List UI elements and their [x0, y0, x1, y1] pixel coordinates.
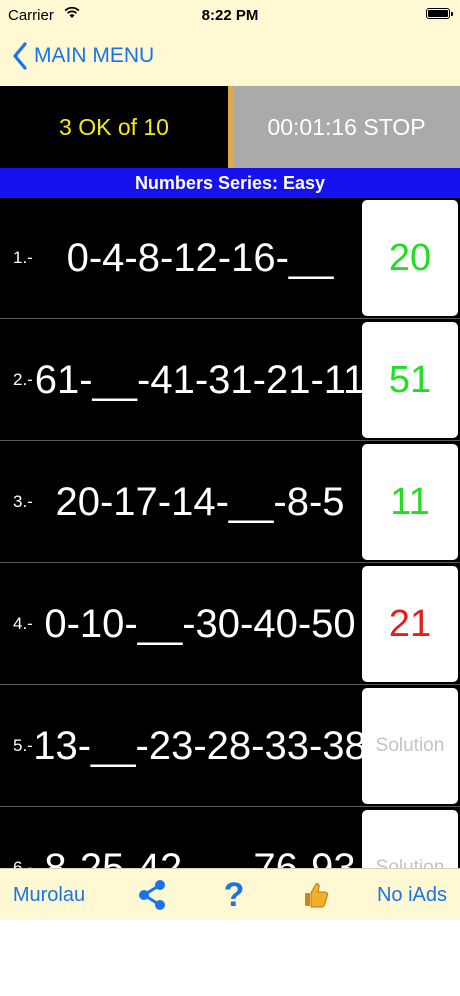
murolau-button[interactable]: Murolau [8, 869, 90, 921]
solution-button[interactable]: Solution [362, 688, 458, 804]
row-series: 20-17-14-__-8-5 [55, 480, 345, 524]
row-index: 3.- [13, 492, 33, 511]
row-index: 2.- [13, 370, 33, 389]
share-button[interactable] [134, 869, 170, 921]
no-ads-button[interactable]: No iAds [370, 869, 454, 921]
series-row: 6.- 8-25-42-__-76-93 Solution [0, 808, 460, 868]
answer-box[interactable]: 20 [362, 200, 458, 316]
share-icon [139, 880, 165, 910]
row-series: 13-__-23-28-33-38 [33, 724, 367, 768]
series-row: 5.- 13-__-23-28-33-38 Solution [0, 686, 460, 807]
row-index: 4.- [13, 614, 33, 633]
score-label: 3 OK of 10 [59, 113, 169, 140]
score-bar: 3 OK of 10 00:01:16 STOP [0, 86, 460, 168]
series-row: 3.- 20-17-14-__-8-5 11 [0, 442, 460, 563]
answer-box[interactable]: 51 [362, 322, 458, 438]
series-row: 1.- 0-4-8-12-16-__ 20 [0, 198, 460, 319]
status-bar: Carrier 8:22 PM [0, 0, 460, 30]
answer-box[interactable]: 11 [362, 444, 458, 560]
screen: Carrier 8:22 PM MAIN MENU 3 OK of 10 00:… [0, 0, 460, 996]
row-series: 0-4-8-12-16-__ [66, 236, 334, 280]
series-row: 2.- 61-__-41-31-21-11 51 [0, 320, 460, 441]
row-index: 5.- [13, 736, 33, 755]
main-menu-label: MAIN MENU [34, 44, 155, 67]
row-series: 8-25-42-__-76-93 [44, 846, 356, 868]
bottom-toolbar: Murolau ? No iAds [0, 868, 460, 920]
like-button[interactable] [298, 869, 334, 921]
series-list[interactable]: 1.- 0-4-8-12-16-__ 20 2.- 61-__-41-31-21… [0, 198, 460, 868]
clock-time: 8:22 PM [201, 7, 259, 24]
series-row: 4.- 0-10-__-30-40-50 21 [0, 564, 460, 685]
top-bar: Carrier 8:22 PM MAIN MENU [0, 0, 460, 86]
chevron-left-icon [13, 42, 27, 70]
thumbs-up-icon [305, 883, 329, 908]
battery-icon [426, 8, 453, 19]
timer-stop-button[interactable]: 00:01:16 STOP [233, 86, 460, 168]
main-menu-back-button[interactable]: MAIN MENU [12, 40, 154, 72]
row-index: 1.- [13, 248, 33, 267]
row-series: 0-10-__-30-40-50 [44, 602, 356, 646]
answer-box[interactable]: 21 [362, 566, 458, 682]
help-button[interactable]: ? [216, 869, 252, 921]
series-title: Numbers Series: Easy [0, 168, 460, 198]
solution-button[interactable]: Solution [362, 810, 458, 868]
row-index: 6.- [13, 858, 33, 868]
bottom-area [0, 920, 460, 996]
row-series: 61-__-41-31-21-11 [34, 358, 366, 402]
